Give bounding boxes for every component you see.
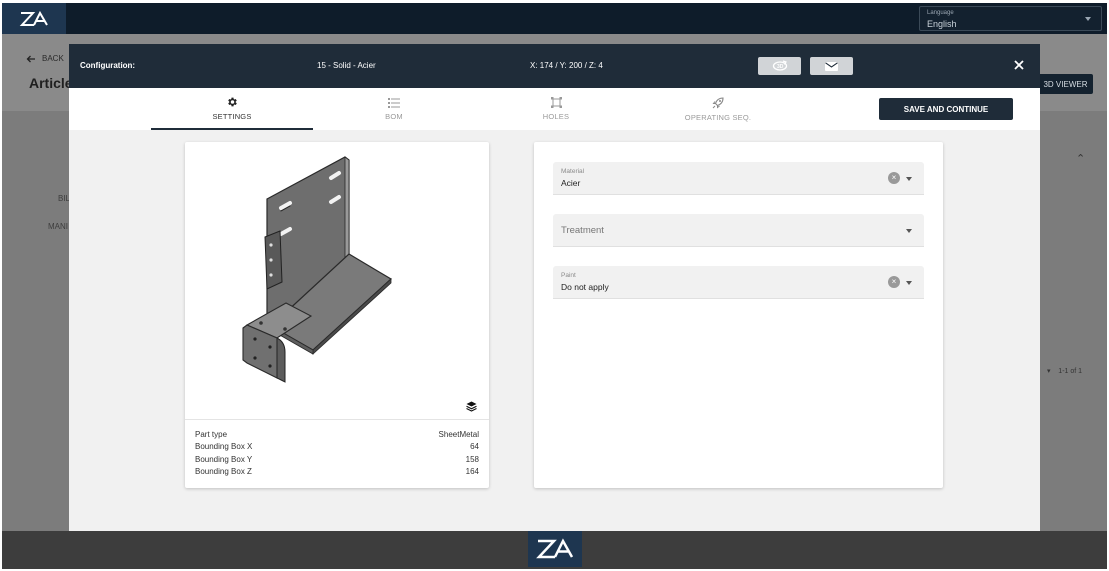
property-value: 158 [465,454,479,464]
chevron-up-icon[interactable]: ⌃ [1076,152,1085,165]
app-topbar: Language English [2,3,1107,34]
part-preview-card: Part type SheetMetal Bounding Box X 64 B… [185,142,489,488]
za-logo-icon [528,531,582,567]
tab-label: OPERATING SEQ. [684,112,752,122]
view-3d-button[interactable]: 3D [758,57,801,75]
property-row: Part type SheetMetal [195,430,479,442]
chevron-down-icon[interactable] [906,281,912,285]
page-title: Article [29,75,73,91]
screen-frame: Language English BACK Article 3D VIEWER … [2,3,1107,569]
tab-holes[interactable]: HOLES [475,88,637,130]
chevron-down-icon [1085,17,1091,21]
tab-bom[interactable]: BOM [313,88,475,130]
paint-value: Do not apply [561,282,609,292]
coordinates: X: 174 / Y: 200 / Z: 4 [530,61,603,70]
material-label: Material [561,168,585,175]
property-row: Bounding Box Z 164 [195,467,479,479]
rocket-icon [712,96,724,108]
property-label: Part type [195,430,228,439]
email-button[interactable] [810,57,853,75]
language-select[interactable]: Language English [919,6,1102,31]
bg-label: MANI [48,222,68,231]
envelope-icon [825,61,838,71]
gear-icon [228,97,237,106]
material-select[interactable]: Material Acier × [553,162,924,195]
configuration-modal: Configuration: 15 - Solid - Acier X: 174… [69,44,1040,531]
property-row: Bounding Box X 64 [195,442,479,454]
tab-settings[interactable]: SETTINGS [151,88,313,130]
tab-label: SETTINGS [212,111,252,121]
property-row: Bounding Box Y 158 [195,455,479,467]
material-value: Acier [561,178,581,188]
property-label: Bounding Box Y [195,454,253,464]
property-value: 164 [465,466,479,476]
tab-label: BOM [385,111,403,121]
paint-label: Paint [561,272,576,279]
clear-icon[interactable]: × [888,172,900,184]
property-value: 64 [470,442,479,452]
tab-operating-seq[interactable]: OPERATING SEQ. [637,88,799,130]
property-label: Bounding Box Z [195,466,252,476]
holes-icon [550,97,562,108]
clear-icon[interactable]: × [888,276,900,288]
settings-card: Material Acier × Treatment Paint Do not … [534,142,943,488]
back-label: BACK [42,54,64,63]
back-link[interactable]: BACK [26,54,64,63]
tab-bar: SETTINGS BOM HOLES OPERATING SEQ. SAVE A… [69,88,1040,130]
tab-label: HOLES [542,112,570,121]
pagination-info: ▾ 1-1 of 1 [1047,368,1083,375]
paint-select[interactable]: Paint Do not apply × [553,266,924,299]
configuration-label: Configuration: [80,61,136,70]
language-label: Language [927,10,954,16]
pager-text: 1-1 of 1 [1058,368,1083,375]
list-icon [388,97,400,108]
save-and-continue-button[interactable]: SAVE AND CONTINUE [879,98,1013,120]
treatment-placeholder: Treatment [561,225,604,236]
app-footer [2,531,1107,569]
treatment-select[interactable]: Treatment [553,214,924,247]
svg-text:3D: 3D [777,64,784,70]
rotate-3d-icon: 3D [772,60,787,71]
language-value: English [927,19,957,29]
part-3d-viewer[interactable] [185,142,489,418]
chevron-down-icon[interactable] [906,177,912,181]
modal-header: Configuration: 15 - Solid - Acier X: 174… [69,44,1040,88]
layers-icon[interactable] [466,401,477,415]
3d-viewer-button[interactable]: 3D VIEWER [1038,74,1093,94]
arrow-left-icon [26,55,35,62]
part-name: 15 - Solid - Acier [317,61,376,70]
za-logo-icon[interactable] [2,3,66,34]
property-label: Bounding Box X [195,442,253,452]
close-icon [1014,60,1024,70]
chevron-down-icon[interactable] [906,229,912,233]
close-button[interactable] [1011,57,1027,73]
part-model-image [242,156,393,383]
property-value: SheetMetal [438,430,479,439]
part-properties: Part type SheetMetal Bounding Box X 64 B… [185,419,489,479]
